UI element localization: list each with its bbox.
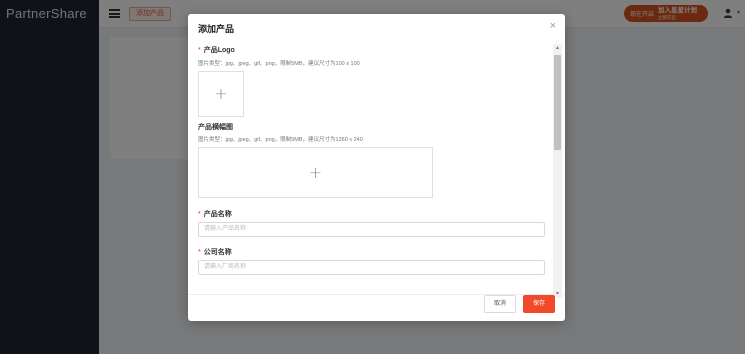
product-banner-upload[interactable]: + (198, 147, 433, 198)
plus-icon: + (214, 84, 228, 103)
plus-icon: + (308, 162, 323, 182)
close-icon[interactable]: × (550, 21, 556, 32)
product-logo-label-text: 产品Logo (203, 47, 235, 54)
required-mark: * (198, 47, 201, 54)
scroll-thumb[interactable] (554, 55, 561, 150)
product-banner-hint: 图片类型：jpg、jpeg、gif、png，限制5MB，建议尺寸为1260 x … (198, 137, 363, 143)
product-name-label: * 产品名称 (198, 209, 232, 219)
company-name-label-text: 公司名称 (203, 249, 232, 256)
scroll-up-arrow-icon[interactable]: ▲ (555, 45, 560, 51)
product-logo-label: * 产品Logo (198, 45, 235, 55)
company-name-label: * 公司名称 (198, 247, 232, 257)
cancel-button[interactable]: 取消 (484, 295, 516, 313)
dialog-title: 添加产品 (198, 24, 235, 34)
product-banner-label: 产品横幅图 (198, 124, 233, 131)
product-logo-upload[interactable]: + (198, 71, 244, 117)
dialog-body: * 产品Logo 图片类型：jpg、jpeg、gif、png，限制5MB，建议尺寸… (188, 42, 565, 300)
product-name-input[interactable]: 请输入产品名称 (198, 222, 545, 237)
dialog-scrollbar[interactable]: ▲ ▼ (553, 44, 562, 298)
add-product-dialog: 添加产品 × * 产品Logo 图片类型：jpg、jpeg、gif、png，限制5… (188, 14, 565, 321)
required-mark: * (198, 211, 201, 218)
product-logo-hint: 图片类型：jpg、jpeg、gif、png，限制5MB，建议尺寸为100 x 1… (198, 61, 360, 67)
product-name-label-text: 产品名称 (203, 211, 232, 218)
save-button[interactable]: 保存 (523, 295, 555, 313)
company-name-input[interactable]: 请输入厂商名称 (198, 260, 545, 275)
required-mark: * (198, 249, 201, 256)
